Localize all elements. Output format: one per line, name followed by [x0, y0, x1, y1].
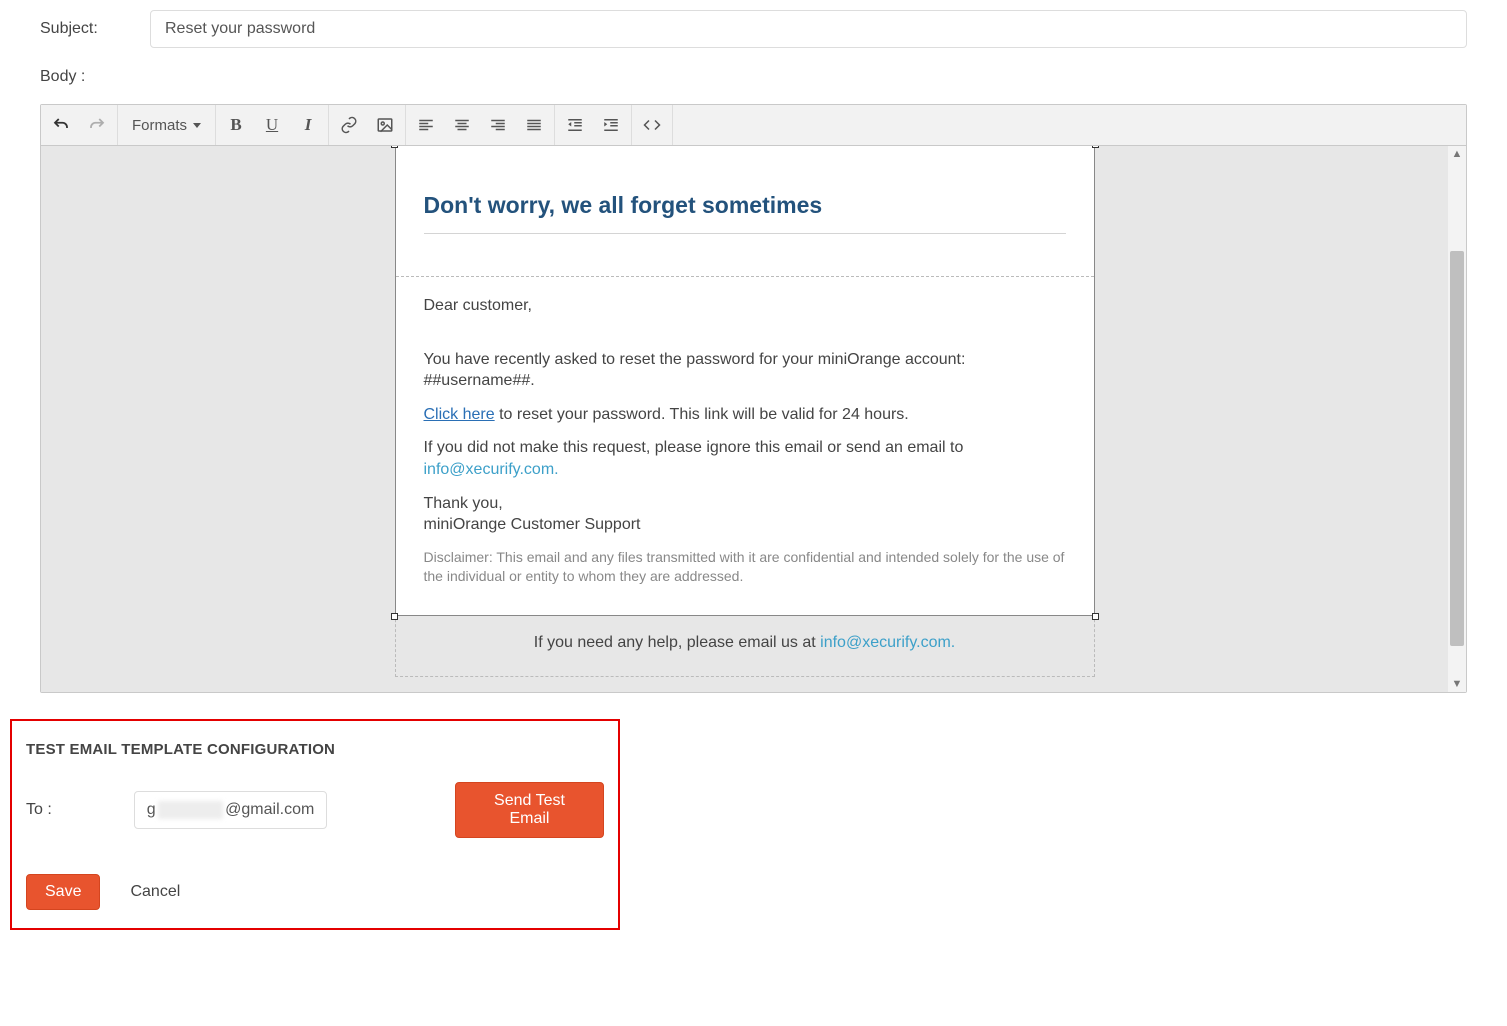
to-email-suffix: @gmail.com — [225, 801, 314, 819]
align-right-icon — [489, 116, 507, 134]
align-justify-button[interactable] — [516, 107, 552, 143]
email-line-reset: Click here to reset your password. This … — [424, 404, 1066, 426]
outdent-button[interactable] — [557, 107, 593, 143]
align-center-button[interactable] — [444, 107, 480, 143]
cancel-button[interactable]: Cancel — [118, 875, 192, 909]
email-help-footer: If you need any help, please email us at… — [396, 616, 1094, 676]
align-right-button[interactable] — [480, 107, 516, 143]
help-email-link[interactable]: info@xecurify.com. — [820, 634, 955, 651]
code-view-button[interactable] — [634, 107, 670, 143]
redo-icon — [88, 116, 106, 134]
to-email-input[interactable]: g @gmail.com — [134, 791, 328, 829]
resize-handle-top-left[interactable] — [391, 146, 398, 148]
scroll-down-icon[interactable]: ▼ — [1452, 676, 1463, 692]
align-left-icon — [417, 116, 435, 134]
test-email-panel: TEST EMAIL TEMPLATE CONFIGURATION To : g… — [10, 719, 620, 930]
email-disclaimer: Disclaimer: This email and any files tra… — [424, 548, 1066, 587]
code-icon — [643, 116, 661, 134]
email-signoff: Thank you, miniOrange Customer Support — [424, 493, 1066, 536]
save-button[interactable]: Save — [26, 874, 100, 910]
align-center-icon — [453, 116, 471, 134]
align-justify-icon — [525, 116, 543, 134]
indent-button[interactable] — [593, 107, 629, 143]
to-label: To : — [26, 801, 134, 819]
italic-button[interactable]: I — [290, 107, 326, 143]
image-icon — [376, 116, 394, 134]
email-title: Don't worry, we all forget sometimes — [424, 192, 1066, 219]
vertical-scrollbar[interactable]: ▲ ▼ — [1448, 146, 1466, 692]
support-email-link[interactable]: info@xecurify.com. — [424, 461, 559, 478]
test-panel-title: TEST EMAIL TEMPLATE CONFIGURATION — [26, 741, 604, 758]
subject-input[interactable] — [150, 10, 1467, 48]
scroll-up-icon[interactable]: ▲ — [1452, 146, 1463, 162]
resize-handle-bottom-right[interactable] — [1092, 613, 1099, 620]
underline-button[interactable]: U — [254, 107, 290, 143]
redacted-segment — [158, 801, 224, 819]
link-icon — [340, 116, 358, 134]
rich-text-editor: Formats B U I — [40, 104, 1467, 693]
email-line-account: You have recently asked to reset the pas… — [424, 349, 1066, 392]
reset-link[interactable]: Click here — [424, 406, 495, 423]
divider — [424, 233, 1066, 234]
bold-button[interactable]: B — [218, 107, 254, 143]
image-button[interactable] — [367, 107, 403, 143]
undo-button[interactable] — [43, 107, 79, 143]
outdent-icon — [566, 116, 584, 134]
chevron-down-icon — [193, 123, 201, 128]
body-label: Body : — [40, 68, 1467, 86]
resize-handle-bottom-left[interactable] — [391, 613, 398, 620]
indent-icon — [602, 116, 620, 134]
formats-dropdown[interactable]: Formats — [120, 107, 213, 143]
editor-toolbar: Formats B U I — [41, 105, 1466, 146]
email-greeting: Dear customer, — [424, 295, 1066, 317]
scroll-thumb[interactable] — [1450, 251, 1464, 646]
link-button[interactable] — [331, 107, 367, 143]
to-email-prefix: g — [147, 801, 156, 819]
redo-button[interactable] — [79, 107, 115, 143]
send-test-email-button[interactable]: Send Test Email — [455, 782, 604, 838]
undo-icon — [52, 116, 70, 134]
resize-handle-top-right[interactable] — [1092, 146, 1099, 148]
align-left-button[interactable] — [408, 107, 444, 143]
email-line-ignore: If you did not make this request, please… — [424, 437, 1066, 480]
subject-label: Subject: — [40, 20, 150, 38]
formats-label: Formats — [132, 117, 187, 134]
editor-content-area[interactable]: Don't worry, we all forget sometimes Dea… — [41, 146, 1448, 692]
